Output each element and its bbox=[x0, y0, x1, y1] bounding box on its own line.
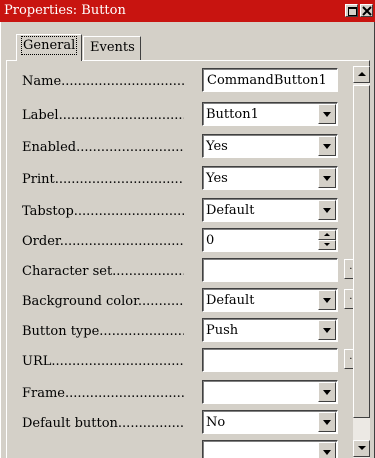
enabled-select[interactable]: Yes bbox=[202, 134, 338, 158]
property-label-tabstop: Tabstop.................................… bbox=[22, 204, 184, 219]
property-label-enabled: Enabled.................................… bbox=[22, 140, 184, 155]
button-type-select[interactable]: Push bbox=[202, 318, 338, 342]
property-label-default-button: Default button..........................… bbox=[22, 416, 184, 431]
window-title: Properties: Button bbox=[4, 3, 126, 18]
tab-events[interactable]: Events bbox=[83, 36, 141, 60]
chevron-down-icon[interactable] bbox=[318, 200, 336, 220]
scroll-down-icon[interactable] bbox=[353, 440, 370, 457]
url-field[interactable] bbox=[202, 348, 338, 372]
property-label-button-type: Button type.............................… bbox=[22, 324, 184, 339]
spin-down-icon[interactable] bbox=[318, 240, 336, 250]
chevron-down-icon[interactable] bbox=[318, 442, 336, 458]
property-label-background-color: Background color........................… bbox=[22, 294, 184, 309]
maximize-icon[interactable] bbox=[345, 4, 358, 17]
chevron-down-icon[interactable] bbox=[318, 104, 336, 124]
property-label-print: Print...................................… bbox=[22, 172, 184, 187]
chevron-down-icon[interactable] bbox=[318, 412, 336, 432]
character-set-field[interactable] bbox=[202, 258, 338, 282]
chevron-down-icon[interactable] bbox=[318, 290, 336, 310]
vertical-scrollbar[interactable] bbox=[353, 66, 370, 458]
tab-general[interactable]: General bbox=[16, 34, 82, 61]
tabstop-select[interactable]: Default bbox=[202, 198, 338, 222]
close-icon[interactable] bbox=[360, 4, 373, 17]
partial-field[interactable] bbox=[202, 440, 338, 458]
background-color-select[interactable]: Default bbox=[202, 288, 338, 312]
chevron-down-icon[interactable] bbox=[318, 320, 336, 340]
name-field[interactable]: CommandButton1 bbox=[202, 68, 338, 92]
property-label-name: Name....................................… bbox=[22, 74, 184, 89]
property-label-url: URL.....................................… bbox=[22, 354, 184, 369]
chevron-down-icon[interactable] bbox=[318, 168, 336, 188]
scroll-up-icon[interactable] bbox=[353, 66, 370, 83]
order-spinner[interactable]: 0 bbox=[202, 228, 338, 252]
label-combobox[interactable]: Button1 bbox=[202, 102, 338, 126]
default-button-select[interactable]: No bbox=[202, 410, 338, 434]
scrollbar-thumb[interactable] bbox=[353, 85, 370, 418]
chevron-down-icon[interactable] bbox=[318, 382, 336, 402]
frame-select[interactable] bbox=[202, 380, 338, 404]
property-label-order: Order...................................… bbox=[22, 234, 184, 249]
tab-events-label: Events bbox=[90, 40, 135, 55]
spin-up-icon[interactable] bbox=[318, 230, 336, 240]
tab-general-label: General bbox=[20, 36, 78, 55]
property-label-label: Label...................................… bbox=[22, 108, 184, 123]
property-label-character-set: Character set...........................… bbox=[22, 264, 184, 279]
chevron-down-icon[interactable] bbox=[318, 136, 336, 156]
title-bar: Properties: Button bbox=[0, 0, 375, 22]
property-label-frame: Frame...................................… bbox=[22, 386, 184, 401]
print-select[interactable]: Yes bbox=[202, 166, 338, 190]
